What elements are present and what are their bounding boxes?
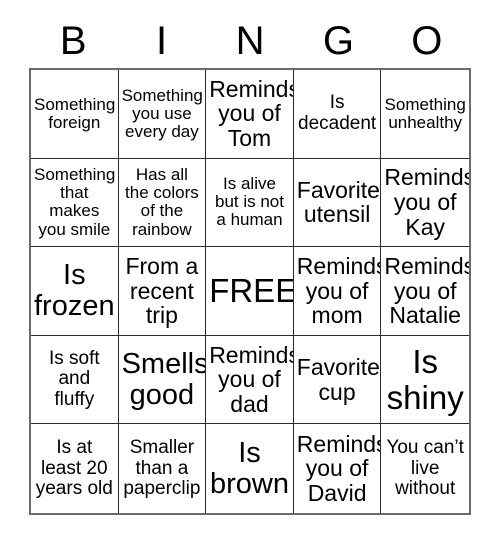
- bingo-cell-label: From a recent trip: [125, 253, 199, 329]
- bingo-cell[interactable]: Has all the colors of the rainbow: [118, 158, 207, 248]
- bingo-cell[interactable]: Is frozen: [31, 247, 119, 336]
- bingo-cell-free[interactable]: FREE: [206, 247, 294, 336]
- bingo-cell-label: Reminds you of dad: [209, 341, 294, 417]
- bingo-cell-label: Reminds you of mom: [296, 253, 382, 329]
- bingo-cell[interactable]: From a recent trip: [118, 247, 207, 336]
- bingo-header-letter-b: B: [59, 19, 87, 63]
- bingo-cell[interactable]: You can’t live without: [381, 424, 469, 513]
- bingo-cell-label: Favorite cup: [296, 353, 380, 405]
- bingo-cell[interactable]: Smells good: [118, 335, 207, 425]
- bingo-header-letter-g: G: [322, 19, 354, 63]
- bingo-cell-label: Reminds you of Kay: [384, 164, 469, 240]
- bingo-cell-label: You can’t live without: [386, 437, 464, 499]
- bingo-cell-label: Is at least 20 years old: [35, 437, 113, 499]
- bingo-header-letter-n: N: [235, 19, 265, 63]
- bingo-cell-label: Is shiny: [386, 343, 464, 416]
- bingo-cell[interactable]: Reminds you of Tom: [206, 70, 294, 159]
- bingo-cell[interactable]: Is shiny: [381, 335, 469, 425]
- bingo-cell-label: FREE: [209, 272, 294, 310]
- bingo-cell-label: Reminds you of Tom: [209, 75, 294, 152]
- bingo-cell[interactable]: Is soft and fluffy: [31, 335, 119, 425]
- bingo-header-letter-o: O: [411, 19, 443, 63]
- bingo-cell-label: Is soft and fluffy: [48, 348, 100, 410]
- bingo-cell[interactable]: Smaller than a paperclip: [118, 424, 207, 513]
- bingo-cell-label: Smaller than a paperclip: [123, 437, 201, 499]
- bingo-cell[interactable]: Reminds you of mom: [293, 247, 382, 336]
- bingo-cell[interactable]: Reminds you of dad: [206, 335, 294, 425]
- bingo-cell-label: Is frozen: [34, 258, 115, 322]
- bingo-cell[interactable]: Something unhealthy: [381, 70, 469, 159]
- bingo-cell[interactable]: Reminds you of David: [293, 424, 382, 513]
- bingo-cell[interactable]: Something foreign: [31, 70, 119, 159]
- bingo-cell[interactable]: Favorite cup: [293, 335, 382, 425]
- bingo-cell-label: Something that makes you smile: [34, 165, 116, 239]
- bingo-cell-label: Reminds you of David: [296, 430, 382, 506]
- bingo-cell-label: Something you use every day: [121, 85, 203, 141]
- bingo-cell-label: Reminds you of Natalie: [384, 253, 469, 329]
- bingo-cell-label: Something foreign: [34, 94, 116, 132]
- bingo-cell[interactable]: Favorite utensil: [293, 158, 382, 248]
- bingo-cell[interactable]: Is brown: [206, 424, 294, 513]
- bingo-cell[interactable]: Is at least 20 years old: [31, 424, 119, 513]
- bingo-grid: Something foreign Something you use every…: [29, 68, 471, 515]
- bingo-cell[interactable]: Something that makes you smile: [31, 158, 119, 248]
- bingo-cell-label: Smells good: [121, 347, 207, 411]
- bingo-cell-label: Something unhealthy: [384, 94, 466, 132]
- bingo-cell[interactable]: Something you use every day: [118, 70, 207, 159]
- bingo-cell-label: Is decadent: [298, 92, 377, 134]
- bingo-cell-label: Has all the colors of the rainbow: [125, 165, 199, 239]
- bingo-cell-label: Is alive but is not a human: [214, 174, 284, 230]
- bingo-cell[interactable]: Is alive but is not a human: [206, 158, 294, 248]
- bingo-header: B I N G O: [29, 14, 471, 68]
- bingo-card: B I N G O Something foreign Something you…: [0, 0, 500, 544]
- bingo-cell-label: Is brown: [209, 436, 289, 500]
- bingo-cell[interactable]: Is decadent: [293, 70, 382, 159]
- bingo-cell[interactable]: Reminds you of Natalie: [381, 247, 469, 336]
- bingo-cell[interactable]: Reminds you of Kay: [381, 158, 469, 248]
- bingo-header-letter-i: I: [156, 19, 168, 63]
- bingo-cell-label: Favorite utensil: [296, 176, 380, 228]
